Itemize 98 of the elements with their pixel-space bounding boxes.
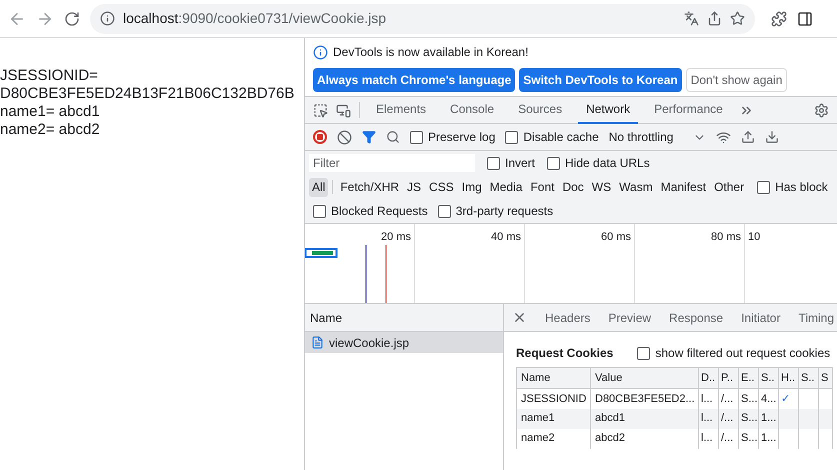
filter-icon[interactable] <box>362 130 376 144</box>
devtools-tab[interactable]: Console <box>442 96 502 124</box>
devtools-tab[interactable]: Elements <box>368 96 434 124</box>
request-row[interactable]: viewCookie.jsp <box>305 332 503 353</box>
device-toggle-icon[interactable] <box>336 102 351 118</box>
checkbox[interactable] <box>313 204 326 218</box>
table-header[interactable]: Name <box>516 368 590 388</box>
clear-icon[interactable] <box>337 130 352 144</box>
page-text-line: name2= abcd2 <box>0 121 101 139</box>
table-cell: l... <box>701 432 713 444</box>
search-icon[interactable] <box>386 130 400 144</box>
table-cell: /... <box>721 392 734 404</box>
extensions-icon[interactable] <box>771 10 787 26</box>
timeline-tick-label: 10 <box>748 230 760 243</box>
infobar-button[interactable]: Don't show again <box>686 68 788 92</box>
resource-type-filter[interactable]: Doc <box>559 178 587 196</box>
devtools-tab[interactable]: Sources <box>510 96 570 124</box>
timeline-tick-label: 60 ms <box>601 230 631 243</box>
detail-tab[interactable]: Preview <box>600 304 660 331</box>
detail-tab[interactable]: Initiator <box>733 304 788 331</box>
table-cell: 1... <box>761 412 776 424</box>
checkbox[interactable] <box>547 156 560 170</box>
checkbox-label: Preserve log <box>428 129 496 146</box>
table-cell: JSESSIONID <box>521 392 586 404</box>
table-cell: l... <box>701 412 713 424</box>
devtools-tab[interactable]: Performance <box>646 96 731 124</box>
resource-type-filter[interactable]: Img <box>458 178 485 196</box>
record-stop-icon[interactable] <box>313 130 327 144</box>
timeline-tick-label: 80 ms <box>711 230 741 243</box>
upload-icon[interactable] <box>741 130 756 144</box>
bookmark-star-icon[interactable] <box>730 11 745 26</box>
settings-icon[interactable] <box>814 102 829 118</box>
checkbox[interactable] <box>410 130 423 144</box>
checkbox[interactable] <box>757 180 770 194</box>
checkbox-label: show filtered out request cookies <box>655 345 830 362</box>
url-text: localhost:9090/cookie0731/viewCookie.jsp <box>123 9 388 28</box>
checkbox[interactable] <box>438 204 451 218</box>
checkbox-label: Hide data URLs <box>565 155 650 172</box>
network-conditions-icon[interactable] <box>716 130 732 144</box>
close-icon[interactable] <box>512 310 527 325</box>
table-cell: D80CBE3FE5ED2... <box>595 392 695 404</box>
resource-type-filter[interactable]: Manifest <box>658 178 710 196</box>
table-cell: l... <box>701 392 713 404</box>
table-cell: S... <box>741 412 758 424</box>
share-icon[interactable] <box>707 11 722 26</box>
download-icon[interactable] <box>765 130 780 144</box>
resource-type-filter[interactable]: Media <box>486 178 526 196</box>
resource-type-filter[interactable]: JS <box>404 178 424 196</box>
document-icon <box>311 336 324 349</box>
table-cell: ✓ <box>781 392 790 404</box>
column-header[interactable]: Name <box>305 304 503 332</box>
resource-type-filter[interactable]: CSS <box>426 178 457 196</box>
infobar-button[interactable]: Switch DevTools to Korean <box>519 68 682 92</box>
checkbox[interactable] <box>505 130 518 144</box>
checkbox-label: Invert <box>505 155 536 172</box>
resource-type-filter[interactable]: Wasm <box>616 178 656 196</box>
table-header[interactable]: Value <box>590 368 698 388</box>
checkbox[interactable] <box>637 346 650 360</box>
reload-icon[interactable] <box>64 10 80 26</box>
table-cell: abcd1 <box>595 412 625 424</box>
resource-type-filter[interactable]: Font <box>527 178 558 196</box>
table-cell: abcd2 <box>595 432 625 444</box>
info-icon <box>313 44 328 60</box>
table-cell: 1... <box>761 432 776 444</box>
checkbox-label: Has block <box>775 179 828 196</box>
checkbox-label: Disable cache <box>523 129 599 146</box>
resource-type-filter[interactable]: All <box>309 178 328 196</box>
side-panel-icon[interactable] <box>797 10 813 26</box>
timeline-tick-label: 40 ms <box>491 230 521 243</box>
resource-type-filter[interactable]: Fetch/XHR <box>337 178 402 196</box>
inspect-icon[interactable] <box>313 102 328 118</box>
table-cell: name2 <box>521 432 555 444</box>
checkbox-label: Blocked Requests <box>331 203 428 220</box>
timeline-tick-label: 20 ms <box>381 230 411 243</box>
resource-type-filter[interactable]: WS <box>588 178 614 196</box>
detail-tab[interactable]: Timing <box>790 304 837 331</box>
infobar-message: DevTools is now available in Korean! <box>333 44 528 61</box>
detail-tab[interactable]: Response <box>661 304 732 331</box>
address-bar[interactable]: localhost:9090/cookie0731/viewCookie.jsp <box>90 4 755 34</box>
detail-tab[interactable]: Headers <box>537 304 598 331</box>
filter-input[interactable]: Filter <box>309 154 475 172</box>
checkbox-label: 3rd-party requests <box>456 203 554 220</box>
table-cell: S... <box>741 392 758 404</box>
resource-type-filter[interactable]: Other <box>711 178 748 196</box>
page-text-line: JSESSIONID= <box>0 67 99 85</box>
table-cell: 4... <box>761 392 776 404</box>
table-cell: /... <box>721 432 734 444</box>
section-title: Request Cookies <box>516 345 614 362</box>
checkbox[interactable] <box>487 156 500 170</box>
table-cell: name1 <box>521 412 555 424</box>
info-icon[interactable] <box>100 11 115 26</box>
infobar-button[interactable]: Always match Chrome's language <box>313 68 516 92</box>
translate-icon[interactable] <box>684 11 699 26</box>
throttling-dropdown[interactable]: No throttling <box>608 128 674 146</box>
page-text-line: name1= abcd1 <box>0 103 101 121</box>
page-text-line: D80CBE3FE5ED24B13F21B06C132BD76B <box>0 85 296 103</box>
table-cell: /... <box>721 412 734 424</box>
table-cell: S... <box>741 432 758 444</box>
